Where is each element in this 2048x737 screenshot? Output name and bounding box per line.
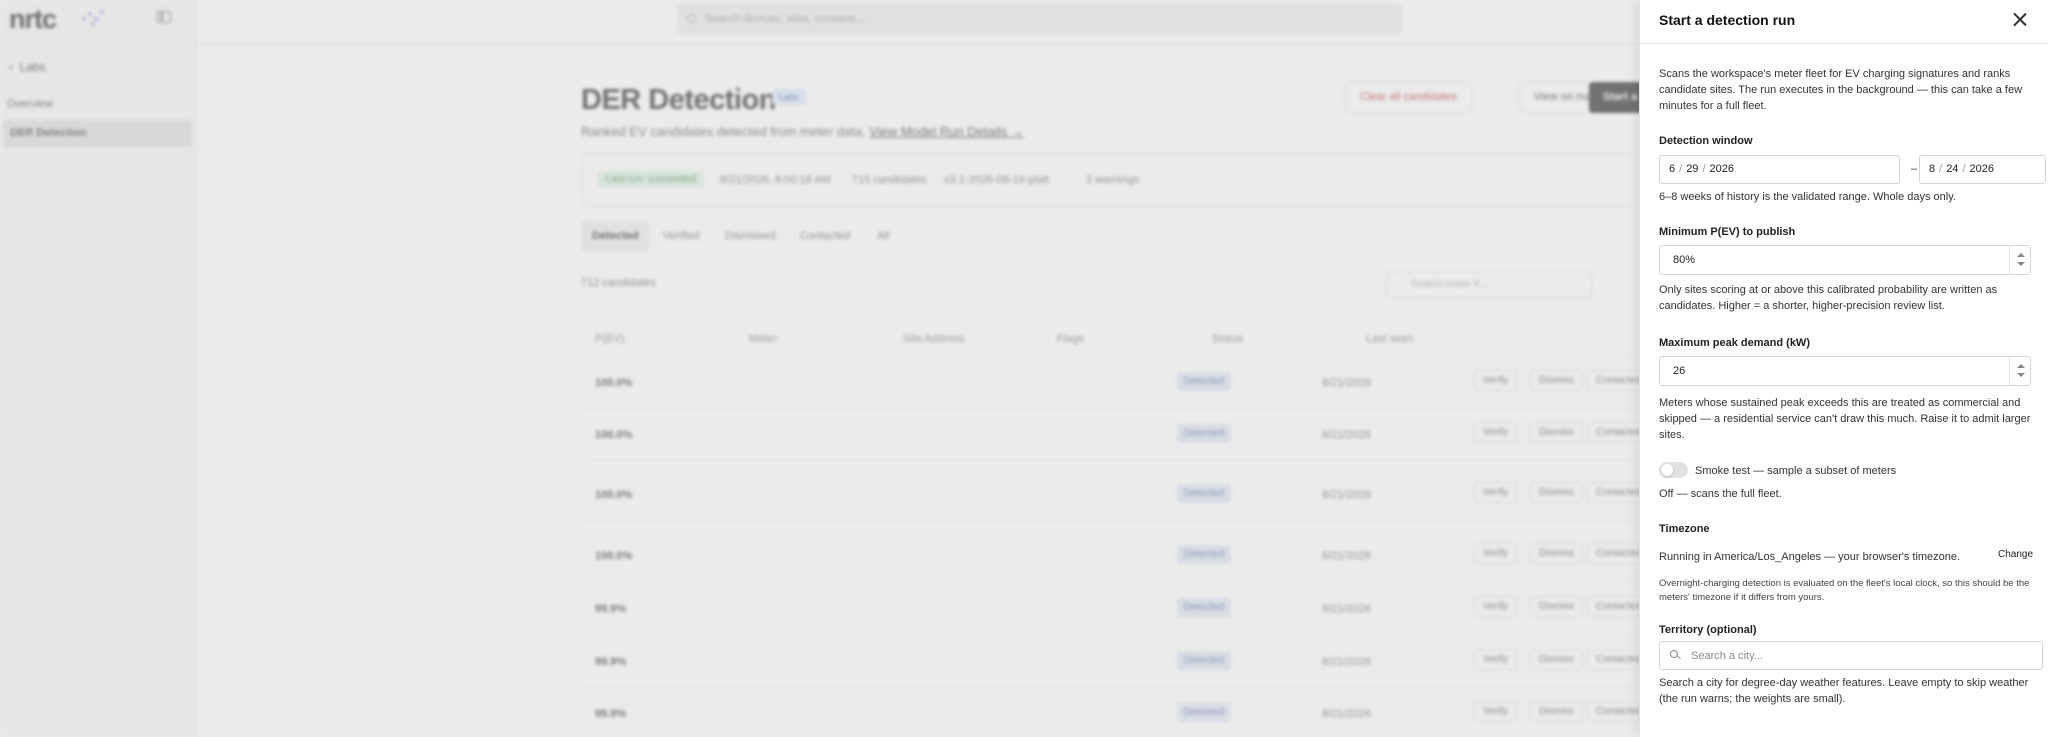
search-icon	[1670, 650, 1681, 660]
drawer-title: Start a detection run	[1659, 12, 1796, 28]
end-month[interactable]: 8	[1929, 163, 1935, 175]
drawer-intro: Scans the workspace's meter fleet for EV…	[1659, 68, 2023, 112]
smoke-test-toggle[interactable]	[1659, 462, 1688, 478]
smoke-test-label: Smoke test — sample a subset of meters	[1695, 465, 1897, 477]
start-month[interactable]: 6	[1669, 163, 1675, 175]
toggle-knob	[1661, 464, 1673, 476]
increment-icon[interactable]	[2017, 253, 2025, 257]
min-pev-label: Minimum P(EV) to publish	[1659, 226, 1796, 238]
min-pev-stepper[interactable]	[2009, 245, 2031, 275]
smoke-test-state: Off — scans the full fleet.	[1659, 488, 1782, 500]
timezone-label: Timezone	[1659, 523, 1710, 535]
window-end-date[interactable]: 8/24/2026	[1919, 155, 2046, 184]
change-timezone-button[interactable]: Change	[1998, 549, 2033, 560]
decrement-icon[interactable]	[2017, 373, 2025, 377]
end-day[interactable]: 24	[1946, 163, 1958, 175]
max-peak-stepper[interactable]	[2009, 356, 2031, 386]
max-peak-label: Maximum peak demand (kW)	[1659, 337, 1810, 349]
min-pev-input[interactable]: 80%	[1659, 245, 2031, 275]
territory-label: Territory (optional)	[1659, 624, 1757, 636]
min-pev-value: 80%	[1673, 254, 1696, 266]
increment-icon[interactable]	[2017, 364, 2025, 368]
max-peak-input[interactable]: 26	[1659, 356, 2031, 386]
date-range-dash: –	[1911, 163, 1918, 175]
max-peak-help: Meters whose sustained peak exceeds this…	[1659, 397, 2031, 441]
timezone-text: Running in America/Los_Angeles — your br…	[1659, 551, 1961, 563]
detection-window-help: 6–8 weeks of history is the validated ra…	[1659, 191, 1956, 203]
decrement-icon[interactable]	[2017, 262, 2025, 266]
territory-help: Search a city for degree-day weather fea…	[1659, 677, 2029, 705]
max-peak-value: 26	[1673, 365, 1686, 377]
drawer-divider	[1640, 43, 2048, 44]
start-year[interactable]: 2026	[1710, 163, 1734, 175]
detection-run-drawer: Start a detection run Scans the workspac…	[1639, 0, 2048, 737]
start-day[interactable]: 29	[1686, 163, 1698, 175]
territory-search-input[interactable]	[1659, 641, 2043, 670]
detection-window-label: Detection window	[1659, 135, 1753, 147]
end-year[interactable]: 2026	[1970, 163, 1994, 175]
timezone-help: Overnight-charging detection is evaluate…	[1659, 578, 2030, 603]
min-pev-help: Only sites scoring at or above this cali…	[1659, 284, 1998, 312]
close-icon[interactable]	[2009, 9, 2031, 31]
modal-overlay[interactable]	[0, 0, 1639, 737]
window-start-date[interactable]: 6/29/2026	[1659, 155, 1900, 184]
